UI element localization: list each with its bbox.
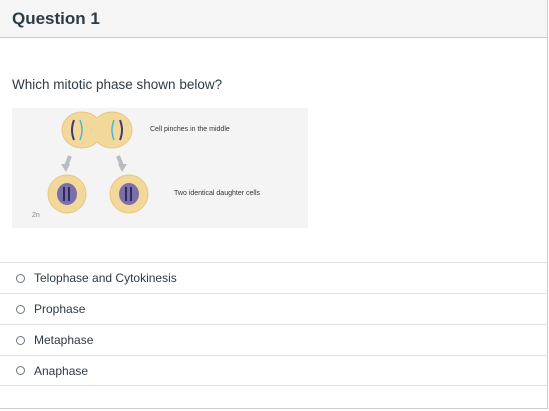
label-cell-pinches: Cell pinches in the middle [150,126,230,133]
question-card: Question 1 Which mitotic phase shown bel… [0,0,548,409]
daughter-cell-right [109,174,149,214]
pinching-cell [61,111,133,149]
answer-option[interactable]: Prophase [0,293,548,324]
label-ploidy: 2n [32,212,40,219]
label-daughter-cells: Two identical daughter cells [174,190,260,197]
radio-button[interactable] [16,273,25,283]
question-title: Question 1 [12,8,100,28]
answer-option[interactable]: Metaphase [0,324,548,355]
answer-label: Prophase [34,302,86,316]
answer-option[interactable]: Telophase and Cytokinesis [0,262,548,293]
mitosis-diagram: Cell pinches in the middle Two identical… [12,108,308,228]
answer-list: Telophase and Cytokinesis Prophase Metap… [0,262,548,386]
daughter-cell-left [47,174,87,214]
answer-option[interactable]: Anaphase [0,355,548,386]
answer-label: Metaphase [34,333,94,347]
answer-label: Telophase and Cytokinesis [34,271,177,285]
question-header: Question 1 [0,0,547,38]
radio-button[interactable] [16,366,25,375]
radio-button[interactable] [16,304,25,314]
radio-button[interactable] [16,335,25,345]
arrow-right [116,155,127,172]
answer-label: Anaphase [34,363,89,378]
question-text: Which mitotic phase shown below? [12,77,223,92]
arrow-left [61,155,72,172]
